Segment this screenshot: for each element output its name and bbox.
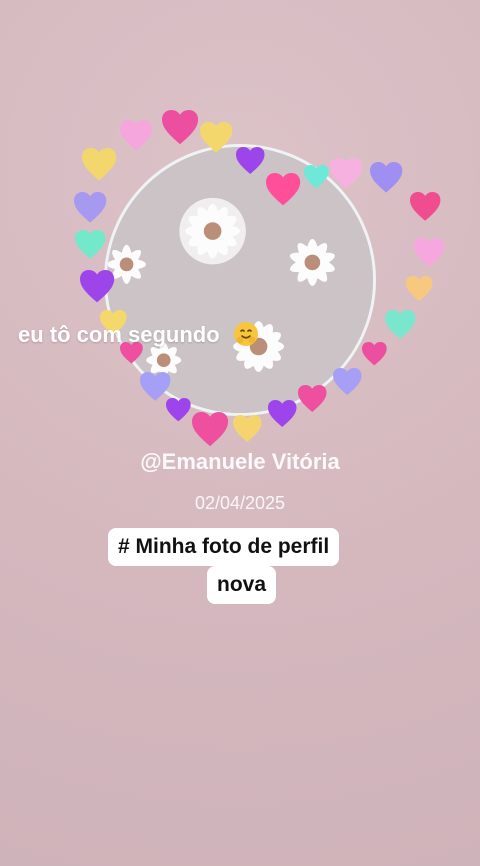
heart-decoration-icon [304, 165, 329, 189]
profile-tag-line-1: # Minha foto de perfil [108, 528, 340, 566]
heart-decoration-icon [370, 162, 403, 193]
hugging-face-icon [233, 322, 258, 346]
heart-decoration-icon [200, 122, 233, 153]
heart-decoration-icon [298, 385, 327, 412]
profile-tag-card: # Minha foto de perfil nova [108, 528, 378, 606]
heart-decoration-icon [333, 368, 362, 395]
heart-decoration-icon [236, 147, 265, 174]
story-caption: eu tô com segundo [18, 320, 260, 348]
story-caption-text: eu tô com segundo [18, 322, 220, 347]
heart-decoration-icon [266, 173, 301, 206]
heart-decoration-icon [82, 148, 117, 181]
heart-decoration-icon [162, 110, 199, 145]
heart-decoration-icon [233, 415, 262, 442]
heart-decoration-icon [120, 120, 153, 151]
profile-tag-line-2: nova [207, 566, 277, 604]
heart-decoration-icon [80, 270, 115, 303]
heart-decoration-icon [330, 158, 363, 189]
profile-photo-frame [74, 110, 445, 447]
heart-decoration-icon [75, 230, 106, 259]
profile-date: 02/04/2025 [194, 493, 286, 513]
heart-decoration-icon [166, 398, 191, 422]
profile-username: @Emanuele Vitória [140, 449, 340, 474]
heart-decoration-icon [140, 372, 171, 401]
heart-decoration-icon [362, 342, 387, 366]
heart-decoration-icon [268, 400, 297, 427]
